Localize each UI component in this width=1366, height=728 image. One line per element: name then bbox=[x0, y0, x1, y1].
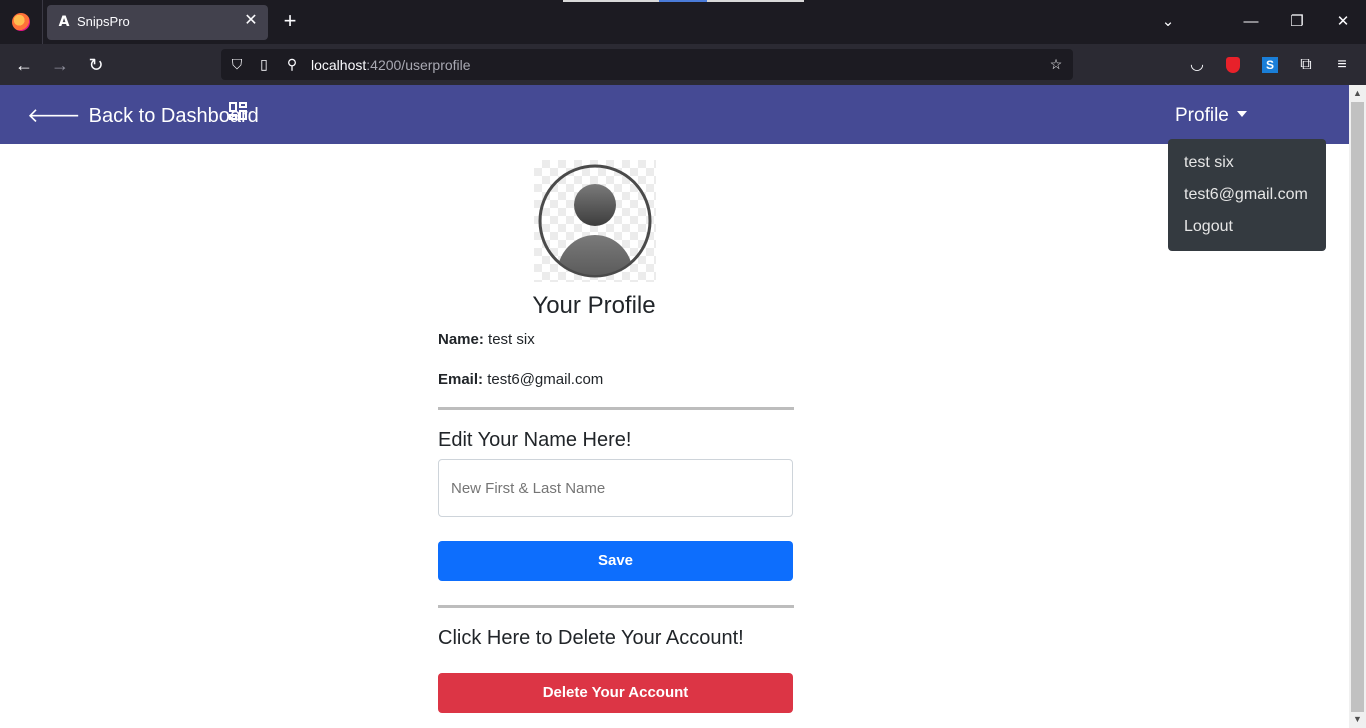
save-button[interactable]: Save bbox=[438, 541, 793, 581]
close-window-button[interactable]: ✕ bbox=[1333, 12, 1353, 32]
avatar bbox=[534, 160, 656, 282]
new-tab-button[interactable]: + bbox=[280, 10, 300, 32]
name-value: test six bbox=[488, 331, 535, 348]
delete-account-button[interactable]: Delete Your Account bbox=[438, 673, 793, 713]
page-scrollbar[interactable]: ▲ ▼ bbox=[1349, 85, 1366, 728]
url-text[interactable]: localhost:4200/userprofile bbox=[311, 57, 471, 73]
dashboard-grid-icon[interactable] bbox=[228, 101, 248, 121]
tab-list-chevron-icon[interactable]: ⌄ bbox=[1158, 12, 1178, 32]
extension-s-icon[interactable]: S bbox=[1259, 54, 1281, 76]
browser-tab-bar: A SnipsPro ✕ + ⌄ — ❐ ✕ bbox=[0, 0, 1366, 44]
back-to-dashboard-link[interactable]: 🡐 Back to Dashboard bbox=[27, 103, 259, 129]
page-title: Your Profile bbox=[532, 292, 656, 319]
restore-button[interactable]: ❐ bbox=[1287, 12, 1307, 32]
bookmark-star-icon[interactable]: ☆ bbox=[1047, 55, 1065, 73]
edit-name-heading: Edit Your Name Here! bbox=[438, 429, 632, 451]
profile-label: Profile bbox=[1175, 105, 1229, 126]
caret-down-icon bbox=[1236, 111, 1247, 117]
scroll-down-icon[interactable]: ▼ bbox=[1349, 711, 1366, 728]
menu-hamburger-icon[interactable]: ≡ bbox=[1331, 54, 1353, 76]
scrollbar-thumb[interactable] bbox=[1351, 102, 1364, 712]
window-drag-indicator bbox=[563, 0, 804, 2]
pocket-icon[interactable]: ◡ bbox=[1186, 54, 1208, 76]
email-value: test6@gmail.com bbox=[487, 371, 604, 388]
user-avatar-icon bbox=[538, 164, 652, 278]
arrow-left-icon: 🡐 bbox=[27, 105, 81, 127]
profile-dropdown-menu: test six test6@gmail.com Logout bbox=[1168, 139, 1326, 251]
browser-nav-bar: ← → ↻ ⛉ ▯ ⚲ localhost:4200/userprofile ☆… bbox=[0, 44, 1366, 85]
adblock-extension-icon[interactable] bbox=[1222, 54, 1244, 76]
dropdown-item-name[interactable]: test six bbox=[1168, 147, 1326, 179]
name-label: Name: bbox=[438, 331, 484, 348]
tab-close-icon[interactable]: ✕ bbox=[242, 12, 260, 30]
email-label: Email: bbox=[438, 371, 484, 388]
back-arrow-icon[interactable]: ← bbox=[13, 54, 35, 76]
permissions-icon[interactable]: ⚲ bbox=[283, 55, 301, 73]
tab-title: SnipsPro bbox=[77, 14, 130, 29]
email-info: Email: test6@gmail.com bbox=[438, 371, 603, 388]
name-info: Name: test six bbox=[438, 331, 535, 348]
url-bar[interactable]: ⛉ ▯ ⚲ localhost:4200/userprofile ☆ bbox=[221, 49, 1073, 80]
delete-account-heading: Click Here to Delete Your Account! bbox=[438, 627, 744, 649]
extensions-puzzle-icon[interactable]: ⧉ bbox=[1295, 54, 1317, 76]
divider bbox=[438, 407, 794, 410]
tab-separator bbox=[42, 0, 43, 44]
forward-arrow-icon[interactable]: → bbox=[49, 54, 71, 76]
browser-tab-active[interactable]: A SnipsPro ✕ bbox=[47, 5, 268, 40]
scroll-up-icon[interactable]: ▲ bbox=[1349, 85, 1366, 102]
page-viewport: 🡐 Back to Dashboard Profile test six tes… bbox=[0, 85, 1349, 728]
reload-icon[interactable]: ↻ bbox=[85, 54, 107, 76]
page-icon[interactable]: ▯ bbox=[255, 55, 273, 73]
dropdown-item-email[interactable]: test6@gmail.com bbox=[1168, 179, 1326, 211]
minimize-button[interactable]: — bbox=[1241, 12, 1261, 32]
dropdown-item-logout[interactable]: Logout bbox=[1168, 211, 1326, 243]
divider bbox=[438, 605, 794, 608]
profile-dropdown-toggle[interactable]: Profile bbox=[1175, 103, 1247, 129]
name-input[interactable] bbox=[438, 459, 793, 517]
angular-logo-icon: A bbox=[58, 14, 70, 30]
app-header: 🡐 Back to Dashboard Profile bbox=[0, 85, 1349, 144]
shield-icon[interactable]: ⛉ bbox=[228, 55, 246, 73]
firefox-logo-icon[interactable] bbox=[12, 13, 30, 31]
